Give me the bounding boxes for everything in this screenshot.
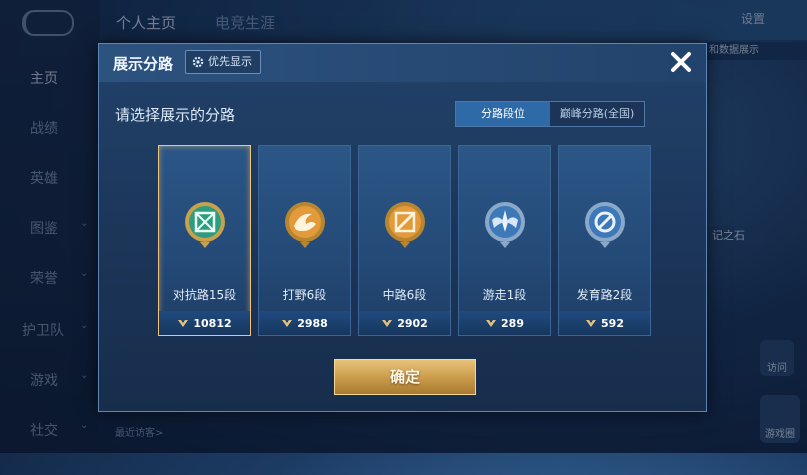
modal-title: 展示分路 — [113, 55, 174, 73]
points-icon — [382, 320, 393, 327]
lane-card-footer: 289 — [459, 311, 550, 335]
lane-card-points: 10812 — [193, 316, 232, 330]
blue-wing-emblem-icon — [485, 202, 525, 248]
points-icon — [486, 320, 497, 327]
lane-card-points: 592 — [601, 316, 624, 330]
teal-cross-emblem-icon — [185, 202, 225, 248]
priority-display-button[interactable]: 优先显示 — [185, 50, 261, 74]
lane-display-modal: 展示分路 优先显示 请选择展示的分路 分路段位 巅峰分路(全国) 对抗路15段 — [98, 43, 707, 412]
toggle-lane-rank[interactable]: 分路段位 — [456, 102, 550, 126]
select-lane-prompt: 请选择展示的分路 — [115, 106, 236, 124]
lane-card-footer: 10812 — [159, 311, 250, 335]
points-icon — [586, 320, 597, 327]
orange-wave-emblem-icon — [285, 202, 325, 248]
lane-card-points: 2902 — [397, 316, 428, 330]
blue-circle-emblem-icon — [585, 202, 625, 248]
lane-card-jungle[interactable]: 打野6段 2988 — [258, 145, 351, 336]
toggle-peak-lane-national[interactable]: 巅峰分路(全国) — [550, 102, 644, 126]
lane-card-farm[interactable]: 发育路2段 592 — [558, 145, 651, 336]
lane-card-label: 发育路2段 — [576, 288, 633, 302]
priority-display-label: 优先显示 — [208, 55, 252, 68]
confirm-button[interactable]: 确定 — [334, 359, 476, 395]
lane-cards: 对抗路15段 10812 打野6段 2988 中路6段 2902 游走1段 28… — [158, 145, 658, 336]
lane-card-label: 游走1段 — [482, 288, 527, 302]
lane-card-label: 对抗路15段 — [172, 288, 237, 302]
points-icon — [178, 320, 189, 327]
lane-card-roam[interactable]: 游走1段 289 — [458, 145, 551, 336]
lane-card-footer: 2988 — [259, 311, 350, 335]
lane-card-top[interactable]: 对抗路15段 10812 — [158, 145, 251, 336]
lane-card-footer: 2902 — [359, 311, 450, 335]
lane-card-points: 2988 — [297, 316, 328, 330]
gear-icon — [192, 56, 204, 68]
close-icon[interactable] — [667, 48, 695, 76]
points-icon — [282, 320, 293, 327]
lane-card-mid[interactable]: 中路6段 2902 — [358, 145, 451, 336]
lane-card-footer: 592 — [559, 311, 650, 335]
lane-card-points: 289 — [501, 316, 524, 330]
modal-header: 展示分路 优先显示 — [99, 44, 706, 82]
lane-card-label: 中路6段 — [382, 288, 427, 302]
lane-mode-toggle: 分路段位 巅峰分路(全国) — [455, 101, 645, 127]
lane-card-label: 打野6段 — [282, 288, 327, 302]
orange-slash-emblem-icon — [385, 202, 425, 248]
